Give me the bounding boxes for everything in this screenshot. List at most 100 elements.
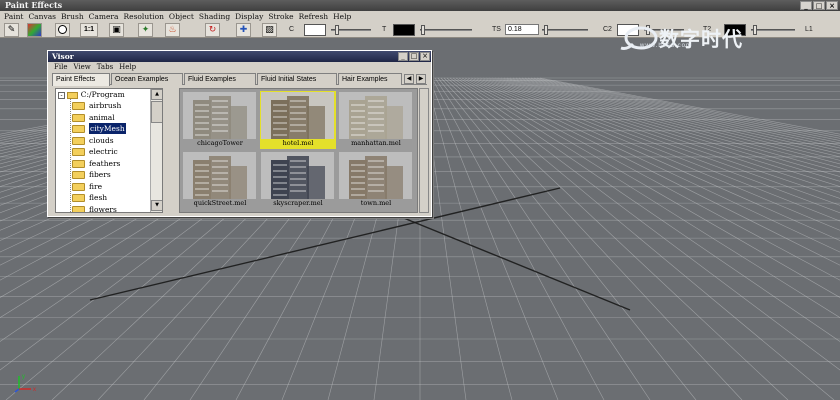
folder-icon (72, 125, 85, 133)
preset-thumbnail[interactable]: skyscraper.mel (260, 151, 336, 209)
logo-url: www.hxsd.com (640, 43, 693, 49)
c-label: C (289, 26, 295, 33)
grid-line (443, 77, 789, 400)
ts-label: TS (492, 26, 501, 33)
folder-icon (72, 113, 85, 122)
tree-item-label: electric (89, 147, 118, 156)
ratio-button[interactable]: 1:1 (80, 23, 98, 37)
visor-title: Visor (52, 52, 74, 61)
preset-thumbnail[interactable]: chicagoTower (182, 91, 258, 149)
preset-thumbnail-label: chicagoTower (197, 139, 243, 147)
window-title-bar: Paint Effects _ □ × (0, 0, 840, 11)
preset-thumbnail[interactable]: hotel.mel (260, 91, 336, 149)
grid-line (425, 77, 513, 400)
tab-scroll-right-icon[interactable]: ▶ (416, 74, 426, 84)
t-slider-handle[interactable] (421, 25, 425, 35)
menu-brush[interactable]: Brush (61, 11, 84, 22)
preset-thumbnail[interactable]: quickStreet.mel (182, 151, 258, 209)
scrollbar-thumb[interactable] (151, 101, 162, 123)
c2-label: C2 (603, 26, 612, 33)
folder-icon (72, 148, 85, 156)
c-slider-handle[interactable] (335, 25, 339, 35)
tab-hair-examples[interactable]: Hair Examples (338, 73, 402, 85)
grid-line (515, 77, 840, 155)
color-wheel-icon[interactable] (27, 23, 42, 37)
tab-scroll-left-icon[interactable]: ◀ (404, 74, 414, 84)
preset-thumbnail[interactable]: manhattan.mel (338, 91, 414, 149)
menu-resolution[interactable]: Resolution (123, 11, 163, 22)
tree-root[interactable]: - C:/Program (58, 89, 125, 100)
tab-fluid-initial-states[interactable]: Fluid Initial States (257, 73, 337, 85)
grid-line (446, 77, 835, 400)
menu-paint[interactable]: Paint (4, 11, 23, 22)
preset-thumbnail-label: manhattan.mel (351, 139, 401, 147)
tab-ocean-examples[interactable]: Ocean Examples (111, 73, 183, 85)
visor-menu-bar: File View Tabs Help (48, 62, 431, 72)
tree-item-label: flowers (89, 204, 117, 213)
tab-fluid-examples[interactable]: Fluid Examples (184, 73, 256, 85)
ts-slider-handle[interactable] (544, 25, 548, 35)
building-preview-image (183, 152, 256, 199)
tab-paint-effects[interactable]: Paint Effects (52, 73, 110, 86)
building-preview-image (183, 92, 256, 139)
flame-icon[interactable]: ♨ (165, 23, 180, 37)
ts-value-field[interactable]: 0.18 (505, 24, 539, 35)
snapshot-icon[interactable]: ✚ (236, 23, 251, 37)
visor-menu-view[interactable]: View (73, 62, 90, 72)
grid-line (440, 77, 743, 400)
t-slider[interactable] (420, 29, 472, 31)
maximize-button[interactable]: □ (813, 1, 825, 10)
collapse-icon[interactable]: - (58, 91, 65, 99)
minimize-button[interactable]: _ (800, 1, 812, 10)
menu-camera[interactable]: Camera (89, 11, 119, 22)
thumbnail-scrollbar[interactable] (419, 88, 429, 213)
preset-thumbnail-label: hotel.mel (282, 139, 314, 147)
tree-item-label: clouds (89, 135, 114, 145)
close-button[interactable]: × (826, 1, 838, 10)
menu-display[interactable]: Display (235, 11, 263, 22)
grid-line (455, 77, 840, 318)
hxsd-logo: 数字时代 (620, 26, 742, 51)
refresh-icon[interactable]: ↻ (205, 23, 220, 37)
tree-connector-line (70, 99, 71, 212)
visor-close-button[interactable]: × (420, 52, 430, 61)
visor-menu-tabs[interactable]: Tabs (97, 62, 113, 72)
menu-help[interactable]: Help (333, 11, 351, 22)
grid-line (461, 77, 840, 281)
c-color-swatch[interactable] (304, 24, 326, 36)
ts-slider[interactable] (542, 29, 588, 31)
window-title: Paint Effects (5, 0, 63, 10)
menu-stroke[interactable]: Stroke (268, 11, 293, 22)
scroll-up-icon[interactable]: ▲ (151, 89, 162, 100)
menu-shading[interactable]: Shading (199, 11, 230, 22)
menu-refresh[interactable]: Refresh (299, 11, 329, 22)
visor-maximize-button[interactable]: □ (409, 52, 419, 61)
t-label: T (382, 26, 387, 33)
grid-line (428, 77, 559, 400)
folder-tree[interactable]: - C:/Program airbrush animal cityMesh cloud… (55, 88, 163, 213)
building-preview-image (261, 152, 334, 199)
axis-gizmo-icon: y x (14, 374, 36, 393)
visor-minimize-button[interactable]: _ (398, 52, 408, 61)
visor-title-bar[interactable]: Visor _ □ × (48, 51, 431, 62)
grid-line (464, 77, 840, 266)
camera-icon[interactable]: ▣ (109, 23, 124, 37)
menu-object[interactable]: Object (169, 11, 194, 22)
folder-icon (72, 205, 85, 212)
t-color-swatch[interactable] (393, 24, 415, 36)
visor-window-controls: _ □ × (398, 52, 430, 61)
paint-brush-icon[interactable]: ✎ (4, 23, 19, 37)
preset-thumbnail[interactable]: town.mel (338, 151, 414, 209)
building-preview-image (261, 92, 334, 139)
preset-thumbnail-label: quickStreet.mel (193, 199, 247, 207)
menu-canvas[interactable]: Canvas (28, 11, 56, 22)
grid-line (521, 77, 840, 149)
brush-preset-icon[interactable]: ✦ (138, 23, 153, 37)
circle-icon[interactable] (55, 23, 70, 37)
visor-menu-file[interactable]: File (54, 62, 67, 72)
wipe-canvas-icon[interactable]: ▨ (262, 23, 277, 37)
scroll-down-icon[interactable]: ▼ (151, 200, 162, 211)
visor-menu-help[interactable]: Help (119, 62, 136, 72)
tree-item-label: airbrush (89, 101, 122, 110)
tree-scrollbar[interactable]: ▲ ▼ (150, 89, 162, 212)
